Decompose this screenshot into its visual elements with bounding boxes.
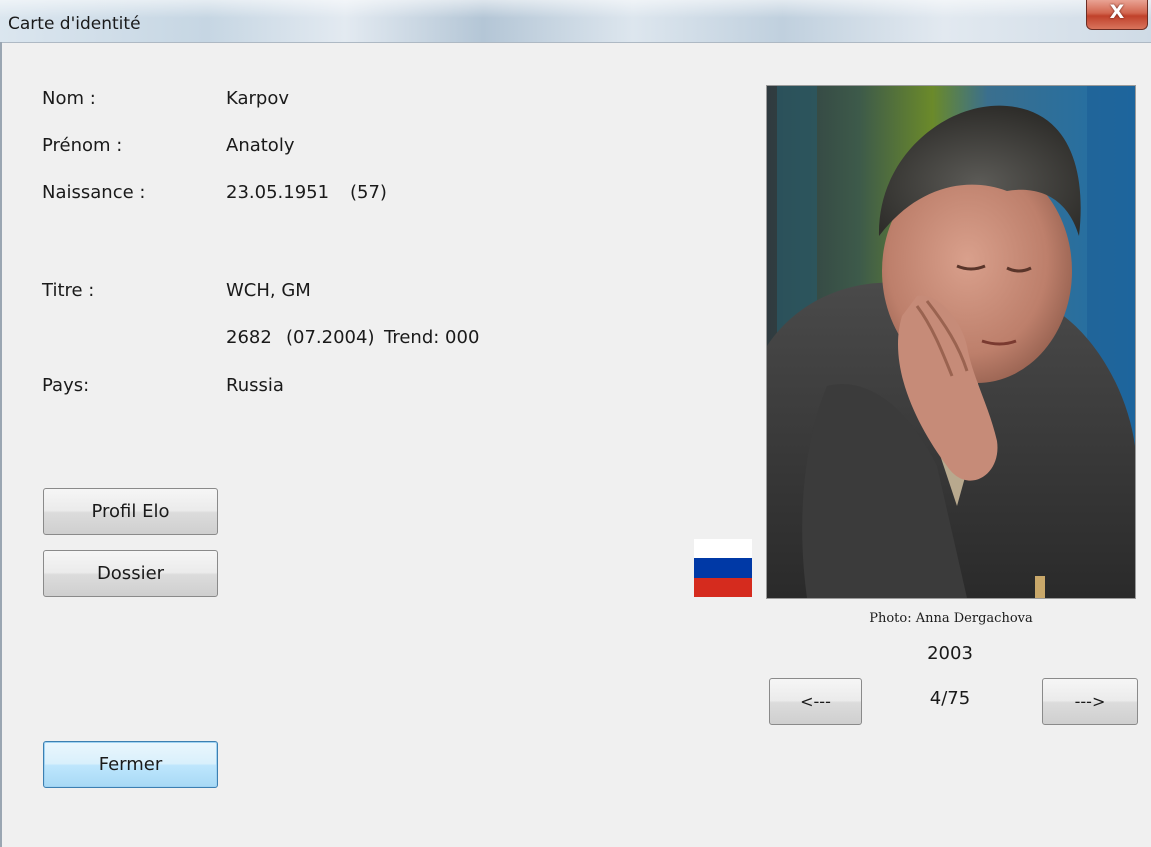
identity-card-window: Carte d'identité X Nom : Karpov Prénom :… bbox=[0, 0, 1151, 847]
player-photo-illustration bbox=[767, 86, 1135, 598]
title-bar-glow bbox=[0, 0, 1151, 18]
pays-value: Russia bbox=[226, 375, 284, 396]
dossier-button[interactable]: Dossier bbox=[43, 550, 218, 597]
naissance-label: Naissance : bbox=[42, 182, 146, 203]
flag-stripe-red bbox=[694, 577, 752, 597]
close-icon: X bbox=[1109, 1, 1125, 23]
fermer-button[interactable]: Fermer bbox=[43, 741, 218, 788]
nom-value: Karpov bbox=[226, 88, 290, 109]
title-bar[interactable]: Carte d'identité X bbox=[0, 0, 1151, 43]
next-photo-button[interactable]: ---> bbox=[1042, 678, 1138, 725]
prenom-value: Anatoly bbox=[226, 135, 295, 156]
player-photo bbox=[766, 85, 1136, 599]
profil-elo-button[interactable]: Profil Elo bbox=[43, 488, 218, 535]
nom-label: Nom : bbox=[42, 88, 96, 109]
age-value: (57) bbox=[350, 182, 387, 203]
photo-year: 2003 bbox=[927, 643, 973, 664]
russia-flag-icon bbox=[694, 539, 752, 597]
flag-stripe-blue bbox=[694, 558, 752, 578]
elo-value: 2682 bbox=[226, 327, 272, 348]
pays-label: Pays: bbox=[42, 375, 90, 396]
previous-photo-button[interactable]: <--- bbox=[769, 678, 862, 725]
elo-date: (07.2004) bbox=[286, 327, 375, 348]
titre-value: WCH, GM bbox=[226, 280, 311, 301]
photo-counter: 4/75 bbox=[929, 688, 971, 709]
window-left-border bbox=[0, 42, 2, 847]
close-button[interactable]: X bbox=[1086, 0, 1148, 30]
titre-label: Titre : bbox=[42, 280, 95, 301]
photo-caption: Photo: Anna Dergachova bbox=[869, 611, 1033, 626]
naissance-value: 23.05.1951 bbox=[226, 182, 330, 203]
window-title: Carte d'identité bbox=[8, 14, 141, 34]
trend-value: Trend: 000 bbox=[384, 327, 480, 348]
prenom-label: Prénom : bbox=[42, 135, 123, 156]
flag-stripe-white bbox=[694, 539, 752, 559]
